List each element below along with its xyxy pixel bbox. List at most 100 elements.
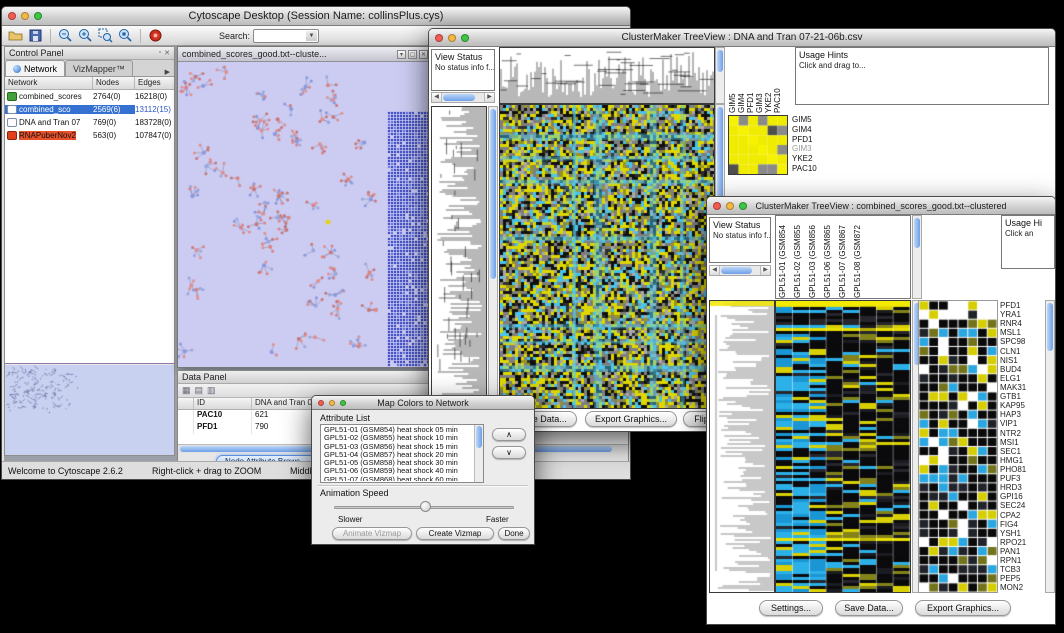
mdi-close-icon[interactable]: ✕ (419, 50, 428, 59)
matrix-row-label[interactable]: GIM5 (792, 115, 817, 125)
network-overview-panel[interactable] (5, 363, 174, 455)
gene-label[interactable]: MSI1 (1000, 438, 1044, 447)
zoom-button[interactable] (739, 202, 747, 210)
gene-label[interactable]: RPO21 (1000, 538, 1044, 547)
gene-label[interactable]: KAP95 (1000, 401, 1044, 410)
scroll-left-arrow-icon[interactable] (432, 93, 442, 102)
zoom-fit-icon[interactable] (117, 27, 134, 44)
array-label[interactable]: GPL51-07 (GSM867 (838, 218, 853, 298)
array-label[interactable]: GPL51-08 (GSM872 (853, 218, 868, 298)
treeview-combined-titlebar[interactable]: ClusterMaker TreeView : combined_scores_… (707, 197, 1055, 215)
gene-label[interactable]: NTR2 (1000, 429, 1044, 438)
treeview-dna-titlebar[interactable]: ClusterMaker TreeView : DNA and Tran 07-… (429, 29, 1055, 47)
heatmap-canvas[interactable] (499, 104, 715, 409)
search-dropdown-arrow-icon[interactable]: ▼ (306, 31, 317, 41)
matrix-row-label[interactable]: PFD1 (792, 135, 817, 145)
zoom-button[interactable] (340, 400, 346, 406)
zoom-button[interactable] (461, 34, 469, 42)
save-data-button[interactable]: Save Data... (835, 600, 903, 616)
gene-label[interactable]: HAP3 (1000, 410, 1044, 419)
settings-button[interactable]: Settings... (759, 600, 823, 616)
zoom-button[interactable] (34, 12, 42, 20)
gene-label[interactable]: VIP1 (1000, 419, 1044, 428)
gene-label[interactable]: MAK31 (1000, 383, 1044, 392)
array-tree-vscrollbar[interactable] (715, 47, 725, 104)
gene-label[interactable]: MON2 (1000, 583, 1044, 592)
tab-vizmapper[interactable]: VizMapper™ (65, 60, 133, 76)
gene-label[interactable]: TCB3 (1000, 565, 1044, 574)
done-button[interactable]: Done (498, 527, 530, 540)
zoom-selected-icon[interactable] (97, 27, 114, 44)
gene-label[interactable]: HMG1 (1000, 456, 1044, 465)
search-input[interactable]: ▼ (253, 29, 319, 43)
network-row-selected[interactable]: combined_sco 2569(6) 13112(15) (5, 103, 174, 116)
vscroll-thumb[interactable] (476, 426, 482, 448)
gene-tree-vscrollbar[interactable] (488, 106, 498, 409)
scroll-left-arrow-icon[interactable] (710, 266, 720, 275)
network-row[interactable]: combined_scores 2764(0) 16218(0) (5, 90, 174, 103)
gene-label[interactable]: PHO81 (1000, 465, 1044, 474)
matrix-icon[interactable]: ▥ (207, 385, 216, 396)
vscroll-thumb[interactable] (717, 50, 723, 72)
header-vscrollbar[interactable] (912, 215, 922, 299)
network-row[interactable]: RNAPuberNov2 563(0) 107847(0) (5, 129, 174, 142)
gene-label[interactable]: RPN1 (1000, 556, 1044, 565)
network-view-titlebar[interactable]: combined_scores_good.txt--cluste... ▾ ▢ … (178, 47, 432, 62)
open-session-icon[interactable] (7, 27, 24, 44)
gene-label[interactable]: GTB1 (1000, 392, 1044, 401)
matrix-row-label[interactable]: YKE2 (792, 154, 817, 164)
network-overview-canvas[interactable] (5, 365, 174, 455)
network-row[interactable]: DNA and Tran 07 769(0) 183728(0) (5, 116, 174, 129)
heatmap-canvas[interactable] (775, 300, 911, 593)
table-mode-icon[interactable]: ▤ (195, 385, 204, 396)
gene-label[interactable]: PFD1 (1000, 301, 1044, 310)
close-button[interactable] (713, 202, 721, 210)
vscroll-thumb[interactable] (1047, 303, 1053, 351)
gene-list-vscrollbar[interactable] (1045, 300, 1055, 593)
array-label[interactable]: GPL51-01 (GSM854 (778, 218, 793, 298)
array-label[interactable]: GPL51-02 (GSM855 (793, 218, 808, 298)
gene-label[interactable]: BUD4 (1000, 365, 1044, 374)
zoom-out-icon[interactable] (57, 27, 74, 44)
vscroll-thumb[interactable] (914, 218, 920, 248)
minimize-button[interactable] (726, 202, 734, 210)
network-canvas[interactable] (178, 62, 432, 367)
array-label[interactable]: GPL51-03 (GSM856 (808, 218, 823, 298)
vscroll-thumb[interactable] (490, 109, 496, 279)
gene-label[interactable]: SPC98 (1000, 337, 1044, 346)
gene-label[interactable]: PAN1 (1000, 547, 1044, 556)
gene-label[interactable]: PEP5 (1000, 574, 1044, 583)
mini-hscrollbar[interactable] (709, 265, 771, 276)
slider-thumb[interactable] (420, 501, 431, 512)
scroll-right-arrow-icon[interactable] (760, 266, 770, 275)
animation-speed-slider[interactable] (334, 500, 514, 514)
mdi-maximize-icon[interactable]: ▢ (408, 50, 417, 59)
list-vscrollbar[interactable] (474, 425, 483, 482)
array-dendrogram-canvas[interactable] (499, 47, 715, 104)
save-session-icon[interactable] (27, 27, 44, 44)
gene-label[interactable]: SEC1 (1000, 447, 1044, 456)
create-vizmap-button[interactable]: Create Vizmap (416, 527, 494, 540)
minimize-button[interactable] (448, 34, 456, 42)
gene-dendrogram-canvas[interactable] (431, 106, 487, 409)
animate-vizmap-button[interactable]: Animate Vizmap (332, 527, 412, 540)
matrix-row-label[interactable]: GIM4 (792, 125, 817, 135)
gene-label[interactable]: YSH1 (1000, 529, 1044, 538)
attribute-list-item[interactable]: GPL51-07 (GSM868) heat shock 60 min (322, 476, 473, 481)
annotation-icon[interactable] (147, 27, 164, 44)
gene-label[interactable]: ELG1 (1000, 374, 1044, 383)
gene-label[interactable]: PUF3 (1000, 474, 1044, 483)
gene-label[interactable]: CPA2 (1000, 511, 1044, 520)
gene-label[interactable]: NIS1 (1000, 356, 1044, 365)
close-button[interactable] (8, 12, 16, 20)
dialog-titlebar[interactable]: Map Colors to Network (312, 396, 534, 410)
gene-label[interactable]: CLN1 (1000, 347, 1044, 356)
vscroll-thumb[interactable] (717, 107, 723, 199)
minimize-button[interactable] (21, 12, 29, 20)
float-panel-icon[interactable]: ▫ (159, 49, 161, 57)
hscroll-thumb[interactable] (721, 267, 752, 274)
gene-label[interactable]: SEC24 (1000, 501, 1044, 510)
move-down-button[interactable]: ∨ (492, 446, 526, 459)
export-graphics-button[interactable]: Export Graphics... (585, 411, 677, 427)
export-graphics-button[interactable]: Export Graphics... (915, 600, 1011, 616)
